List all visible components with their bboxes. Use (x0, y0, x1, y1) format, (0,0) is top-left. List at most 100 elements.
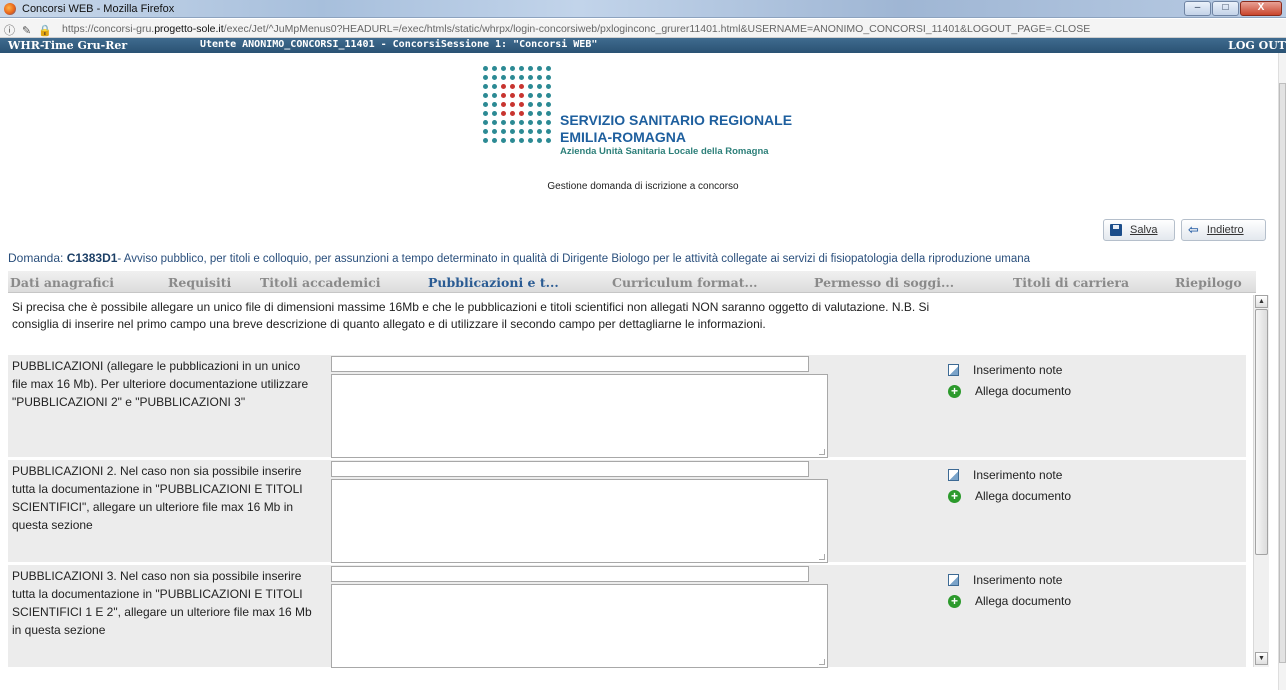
logo-dot (510, 93, 515, 98)
scroll-up-button[interactable]: ▲ (1255, 295, 1268, 308)
logo-dot (483, 129, 488, 134)
save-button-label: Salva (1130, 224, 1158, 236)
tab-pubblicazioni[interactable]: Pubblicazioni e t... (428, 275, 559, 290)
logo-dot (528, 129, 533, 134)
application-title: Domanda: C1383D1- Avviso pubblico, per t… (8, 251, 1031, 265)
logo-dot (528, 66, 533, 71)
content-scrollbar[interactable]: ▲ ▼ (1253, 295, 1269, 667)
tab-dati-anagrafici[interactable]: Dati anagrafici (10, 275, 114, 290)
edit-note-icon (948, 469, 959, 481)
description-input[interactable] (331, 356, 809, 372)
scroll-down-button[interactable]: ▼ (1255, 652, 1268, 665)
edit-note-icon (948, 364, 959, 376)
window-titlebar: Concorsi WEB - Mozilla Firefox – □ X (0, 0, 1286, 18)
insert-notes-link[interactable]: Inserimento note (948, 466, 1062, 484)
logo-dot (546, 129, 551, 134)
attach-document-link[interactable]: + Allega documento (948, 487, 1071, 505)
details-textarea[interactable] (331, 479, 828, 563)
logo-dot (537, 66, 542, 71)
back-arrow-icon: ⇦ (1188, 222, 1199, 237)
logo-dot (528, 93, 533, 98)
logo-dot (528, 111, 533, 116)
logo-dot (510, 102, 515, 107)
attach-document-link[interactable]: + Allega documento (948, 592, 1071, 610)
site-info-icon[interactable]: ⓘ ✎ 🔒 (4, 22, 54, 38)
edit-note-icon (948, 574, 959, 586)
logo-dot (492, 75, 497, 80)
window-title: Concorsi WEB - Mozilla Firefox (22, 3, 175, 15)
back-button-label: Indietro (1206, 224, 1244, 236)
logo-dot (510, 111, 515, 116)
logo-dot (519, 93, 524, 98)
logo-dot (546, 111, 551, 116)
logo-dot (519, 138, 524, 143)
add-icon: + (948, 594, 961, 608)
tab-curriculum[interactable]: Curriculum format... (612, 275, 758, 290)
logo-dot (510, 84, 515, 89)
logo-dot (546, 120, 551, 125)
tab-requisiti[interactable]: Requisiti (168, 275, 231, 290)
logo-dot (510, 138, 515, 143)
logo-dot (519, 120, 524, 125)
logo-dot (501, 93, 506, 98)
intro-text: Si precisa che è possibile allegare un u… (12, 300, 930, 331)
logo-dot (501, 102, 506, 107)
logo-dot (546, 84, 551, 89)
logo-dot (528, 102, 533, 107)
logo-dot (501, 129, 506, 134)
url-text[interactable]: https://concorsi-gru.progetto-sole.it/ex… (62, 23, 1090, 35)
logo-dot (501, 66, 506, 71)
logo-dot (528, 138, 533, 143)
save-button[interactable]: Salva (1103, 219, 1175, 241)
insert-notes-link[interactable]: Inserimento note (948, 361, 1062, 379)
ssr-logo: SERVIZIO SANITARIO REGIONALE EMILIA-ROMA… (483, 66, 803, 174)
logo-dot (510, 129, 515, 134)
logo-dot (528, 84, 533, 89)
attach-document-link[interactable]: + Allega documento (948, 382, 1071, 400)
logo-dot (492, 93, 497, 98)
logo-dot (537, 93, 542, 98)
tab-permesso-soggiorno[interactable]: Permesso di soggi... (814, 275, 954, 290)
tab-titoli-accademici[interactable]: Titoli accademici (260, 275, 380, 290)
description-input[interactable] (331, 566, 809, 582)
logo-text-line1: SERVIZIO SANITARIO REGIONALE (560, 112, 793, 128)
user-session-info: Utente ANONIMO_CONCORSI_11401 - Concorsi… (200, 39, 598, 50)
add-icon: + (948, 384, 961, 398)
tab-riepilogo[interactable]: Riepilogo (1175, 275, 1242, 290)
details-textarea[interactable] (331, 584, 828, 668)
tab-titoli-carriera[interactable]: Titoli di carriera (1013, 275, 1129, 290)
logo-dot (537, 102, 542, 107)
page-subtitle: Gestione domanda di iscrizione a concors… (547, 181, 739, 192)
logo-dot (501, 111, 506, 116)
logo-dot (492, 84, 497, 89)
add-icon: + (948, 489, 961, 503)
logout-link[interactable]: LOG OUT (1228, 39, 1286, 52)
back-button[interactable]: ⇦ Indietro (1181, 219, 1266, 241)
details-textarea[interactable] (331, 374, 828, 458)
logo-dot (546, 66, 551, 71)
scrollbar-thumb[interactable] (1255, 309, 1268, 555)
logo-text-line3: Azienda Unità Sanitaria Locale della Rom… (560, 146, 769, 157)
minimize-button[interactable]: – (1184, 1, 1211, 16)
insert-notes-link[interactable]: Inserimento note (948, 571, 1062, 589)
description-input[interactable] (331, 461, 809, 477)
page-scrollbar-thumb[interactable] (1279, 83, 1286, 663)
logo-dot (537, 111, 542, 116)
logo-dot (492, 120, 497, 125)
section-actions: Inserimento note + Allega documento (948, 466, 1248, 562)
logo-dot (510, 120, 515, 125)
address-bar[interactable]: ⓘ ✎ 🔒 https://concorsi-gru.progetto-sole… (0, 19, 1286, 38)
logo-dot (483, 111, 488, 116)
section-pubblicazioni-2: PUBBLICAZIONI 2. Nel caso non sia possib… (8, 460, 1248, 563)
logo-dot (501, 84, 506, 89)
maximize-button[interactable]: □ (1212, 1, 1239, 16)
logo-dot (483, 84, 488, 89)
logo-text-line2: EMILIA-ROMAGNA (560, 129, 686, 145)
section-pubblicazioni-1: PUBBLICAZIONI (allegare le pubblicazioni… (8, 355, 1246, 458)
logo-dot (519, 129, 524, 134)
lock-icon: 🔒 (38, 25, 55, 37)
close-button[interactable]: X (1240, 1, 1282, 16)
logo-dot (528, 75, 533, 80)
page-scrollbar[interactable] (1278, 53, 1286, 690)
logo-dot (492, 129, 497, 134)
